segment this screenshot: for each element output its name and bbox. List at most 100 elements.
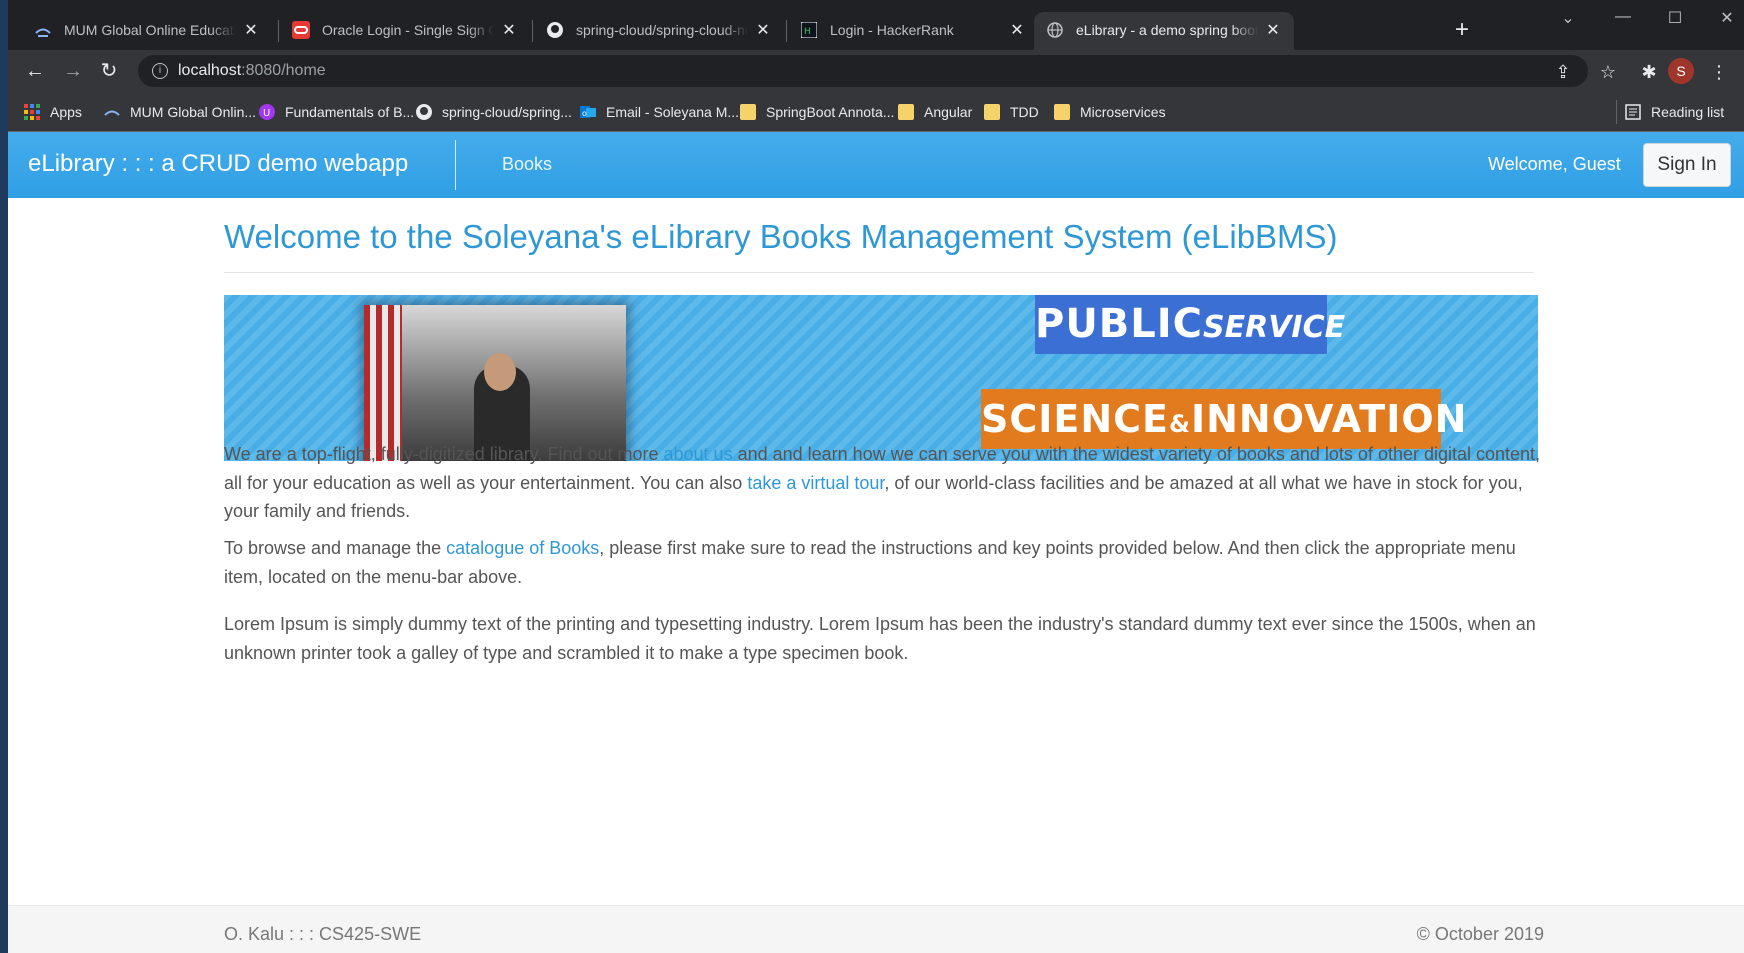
oracle-favicon-icon — [292, 21, 310, 39]
bookmark-label: TDD — [1010, 104, 1039, 120]
svg-text:o: o — [582, 109, 587, 118]
bookmark-item[interactable]: U Fundamentals of B... — [259, 100, 414, 124]
nav-books-link[interactable]: Books — [502, 154, 552, 175]
svg-text:H: H — [804, 27, 811, 37]
close-tab-icon[interactable]: ✕ — [242, 20, 260, 40]
minimize-icon[interactable]: — — [1608, 8, 1638, 26]
app-brand[interactable]: eLibrary : : : a CRUD demo webapp — [28, 150, 408, 178]
app-navbar: eLibrary : : : a CRUD demo webapp Books … — [8, 132, 1744, 198]
bookmarks-bar: Apps MUM Global Onlin... U Fundamentals … — [8, 92, 1744, 132]
public-word: PUBLIC — [1035, 301, 1204, 347]
bookmark-label: Microservices — [1080, 104, 1166, 120]
profile-avatar[interactable]: S — [1668, 58, 1694, 84]
bookmark-label: Email - Soleyana M... — [606, 104, 740, 120]
back-icon[interactable]: ← — [20, 56, 50, 86]
public-service-label: PUBLICSERVICE — [1035, 295, 1345, 354]
bookmark-item[interactable]: spring-cloud/spring... — [416, 100, 572, 124]
banner-photo — [364, 305, 626, 461]
mum-favicon-icon — [104, 104, 120, 120]
bookmark-apps[interactable]: Apps — [24, 100, 82, 124]
browser-toolbar: ← → ↻ i localhost:8080/home ⇪ ☆ ✱ S ⋮ — [8, 50, 1744, 92]
tab-title: spring-cloud/spring-cloud-netflix — [576, 22, 748, 38]
about-us-link[interactable]: about us — [664, 444, 733, 464]
service-word: SERVICE — [1203, 310, 1346, 345]
tab-title: Oracle Login - Single Sign On — [322, 22, 494, 38]
site-info-icon[interactable]: i — [152, 63, 168, 79]
globe-icon — [1046, 21, 1064, 39]
github-favicon-icon — [416, 104, 432, 120]
bookmark-folder[interactable]: Microservices — [1054, 100, 1166, 124]
folder-icon — [1054, 104, 1070, 120]
reading-list-icon — [1625, 104, 1641, 120]
ampersand: & — [1169, 410, 1191, 438]
tab-divider — [786, 20, 787, 42]
sign-in-button[interactable]: Sign In — [1643, 143, 1731, 187]
close-window-icon[interactable]: ✕ — [1712, 8, 1742, 28]
tab-mum[interactable]: MUM Global Online Education : C ✕ — [22, 12, 272, 48]
text-run: To browse and manage the — [224, 538, 447, 558]
share-icon[interactable]: ⇪ — [1552, 61, 1574, 83]
browse-paragraph: To browse and manage the catalogue of Bo… — [224, 534, 1542, 591]
virtual-tour-link[interactable]: take a virtual tour — [747, 473, 884, 493]
bookmark-folder[interactable]: TDD — [984, 100, 1039, 124]
text-run: We are a top-flight, fully-digitized lib… — [224, 444, 664, 464]
url-path: :8080/home — [241, 62, 326, 79]
hero-banner: PUBLICSERVICE SCIENCE&INNOVATION — [224, 295, 1538, 461]
bookmark-folder[interactable]: SpringBoot Annota... — [740, 100, 894, 124]
bookmark-label: Apps — [50, 104, 82, 120]
mum-favicon-icon — [34, 21, 52, 39]
innovation-word: INNOVATION — [1190, 397, 1468, 441]
page-title: Welcome to the Soleyana's eLibrary Books… — [224, 218, 1338, 255]
udemy-icon: U — [259, 104, 275, 120]
github-favicon-icon — [546, 21, 564, 39]
bookmark-item[interactable]: o Email - Soleyana M... — [580, 100, 739, 124]
bookmark-folder[interactable]: Angular — [898, 100, 972, 124]
catalogue-link[interactable]: catalogue of Books — [446, 538, 599, 558]
tab-hackerrank[interactable]: H Login - HackerRank ✕ — [788, 12, 1038, 48]
bookmark-label: Fundamentals of B... — [285, 104, 415, 120]
url-host: localhost — [178, 62, 242, 79]
bookmark-label: spring-cloud/spring... — [442, 104, 572, 120]
menu-icon[interactable]: ⋮ — [1708, 61, 1730, 83]
tab-github[interactable]: spring-cloud/spring-cloud-netflix ✕ — [534, 12, 784, 48]
hackerrank-favicon-icon: H — [800, 21, 818, 39]
browser-window: MUM Global Online Education : C ✕ Oracle… — [8, 0, 1744, 953]
tab-divider — [532, 20, 533, 42]
bookmark-label: SpringBoot Annota... — [766, 104, 895, 120]
bookmark-star-icon[interactable]: ☆ — [1597, 61, 1619, 83]
bookmark-label: Angular — [924, 104, 973, 120]
maximize-icon[interactable]: ☐ — [1660, 8, 1690, 28]
intro-paragraph: We are a top-flight, fully-digitized lib… — [224, 440, 1542, 526]
close-tab-icon[interactable]: ✕ — [1008, 20, 1026, 40]
reading-list-button[interactable]: Reading list — [1616, 100, 1724, 124]
lorem-paragraph: Lorem Ipsum is simply dummy text of the … — [224, 614, 1536, 663]
welcome-text: Welcome, Guest — [1488, 154, 1621, 174]
tab-title: Login - HackerRank — [830, 22, 954, 38]
bookmark-item[interactable]: MUM Global Onlin... — [104, 100, 256, 124]
svg-text:U: U — [263, 108, 270, 119]
science-word: SCIENCE — [981, 397, 1170, 441]
close-tab-icon[interactable]: ✕ — [500, 20, 518, 40]
tab-title: eLibrary - a demo spring boot web — [1076, 22, 1258, 38]
tab-oracle[interactable]: Oracle Login - Single Sign On ✕ — [280, 12, 530, 48]
footer-copyright: © October 2019 — [1416, 924, 1544, 944]
outlook-icon: o — [580, 104, 596, 120]
extensions-icon[interactable]: ✱ — [1638, 61, 1660, 83]
folder-icon — [740, 104, 756, 120]
bookmark-label: Reading list — [1651, 104, 1725, 120]
page-footer: O. Kalu : : : CS425-SWE © October 2019 — [8, 905, 1744, 953]
tab-search-icon[interactable]: ⌄ — [1553, 8, 1583, 28]
new-tab-icon[interactable]: + — [1448, 18, 1476, 42]
close-tab-icon[interactable]: ✕ — [754, 20, 772, 40]
folder-icon — [984, 104, 1000, 120]
heading-divider — [224, 272, 1534, 273]
bookmark-label: MUM Global Onlin... — [130, 104, 257, 120]
tab-title: MUM Global Online Education : C — [64, 22, 236, 38]
flag-graphic — [364, 305, 402, 461]
apps-grid-icon — [24, 104, 40, 120]
reload-icon[interactable]: ↻ — [94, 56, 124, 86]
close-tab-icon[interactable]: ✕ — [1264, 20, 1282, 40]
address-bar[interactable]: i localhost:8080/home — [138, 55, 1588, 87]
forward-icon[interactable]: → — [58, 56, 88, 86]
speaker-face — [484, 353, 516, 391]
